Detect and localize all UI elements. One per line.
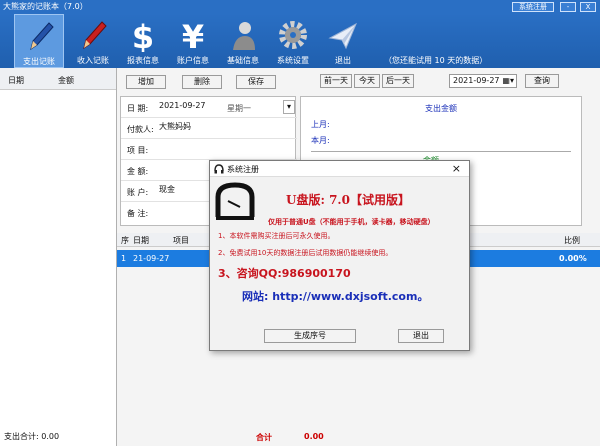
prev-day-button[interactable]: 前一天: [320, 74, 352, 88]
dialog-note-1: 1、本软件需购买注册后可永久使用。: [218, 232, 335, 240]
item-label: 项 目:: [127, 146, 149, 155]
payer-field[interactable]: 大熊妈妈: [159, 121, 191, 132]
svg-text:¥: ¥: [182, 18, 204, 52]
date-field[interactable]: 2021-09-27: [159, 101, 206, 110]
calendar-dropdown-icon[interactable]: ▦▾: [502, 75, 514, 87]
expense-list-panel: 日期 金额 支出合计: 0.00: [0, 68, 117, 446]
expense-list-header: 日期 金额: [0, 68, 116, 90]
total-value: 0.00: [304, 432, 324, 441]
row-ratio: 0.00%: [559, 254, 587, 263]
dialog-contact: 3、咨询QQ:986900170: [218, 267, 351, 280]
tool-exit-label: 退出: [335, 56, 351, 65]
tool-expense[interactable]: 支出记账: [14, 14, 64, 68]
query-date-picker[interactable]: 2021-09-27 ▦▾: [449, 74, 517, 88]
next-day-button[interactable]: 后一天: [382, 74, 414, 88]
tool-accounts[interactable]: ¥ 账户信息: [168, 14, 218, 68]
dollar-icon: $: [132, 18, 154, 52]
tool-settings-label: 系统设置: [277, 56, 309, 65]
dialog-body: U盘版: 7.0【试用版】 仅用于普通U盘（不能用于手机，读卡器，移动硬盘） 1…: [210, 177, 469, 350]
tool-income-label: 收入记账: [77, 56, 109, 65]
col-item-header: 项目: [173, 236, 189, 245]
pencil-icon: [30, 22, 54, 51]
tool-expense-label: 支出记账: [23, 57, 55, 66]
window-title: 大熊家的记账本（7.0）: [3, 2, 88, 11]
tool-settings[interactable]: 系统设置: [268, 14, 318, 68]
col-ratio-header: 比例: [564, 236, 580, 245]
date-row: 日 期: 2021-09-27 星期一 ▾: [121, 97, 297, 118]
headphone-icon: [214, 164, 224, 174]
paper-plane-icon: [328, 22, 358, 50]
col-amount-header: 金额: [58, 76, 74, 85]
table-total-row: 合计 0.00: [117, 428, 600, 446]
dialog-titlebar: 系统注册 ×: [210, 161, 469, 177]
last-month-label: 上月:: [311, 120, 330, 129]
gear-icon: [279, 21, 307, 49]
query-button[interactable]: 查询: [525, 74, 559, 88]
add-button[interactable]: 增加: [126, 75, 166, 89]
date-dropdown-icon[interactable]: ▾: [283, 100, 295, 114]
weekday-value: 星期一: [227, 104, 251, 113]
delete-button[interactable]: 删除: [182, 75, 222, 89]
tool-basic-info-label: 基础信息: [227, 56, 259, 65]
remark-label: 备 注:: [127, 209, 149, 218]
col-seq-header: 序: [121, 236, 129, 245]
close-button[interactable]: X: [580, 2, 596, 12]
save-button[interactable]: 保存: [236, 75, 276, 89]
date-label: 日 期:: [127, 104, 149, 113]
yen-icon: ¥: [182, 18, 204, 52]
dialog-note-2: 2、免费试用10天的数据注册后试用数据仍能继续使用。: [218, 249, 393, 257]
tool-accounts-label: 账户信息: [177, 56, 209, 65]
registration-dialog: 系统注册 × U盘版: 7.0【试用版】 仅用于普通U盘（不能用于手机，读卡器，…: [209, 160, 470, 351]
tool-reports[interactable]: $ 报表信息: [118, 14, 168, 68]
tool-basic-info[interactable]: 基础信息: [218, 14, 268, 68]
dialog-close-button[interactable]: ×: [452, 162, 461, 175]
app-logo-icon: [215, 182, 255, 220]
tool-reports-label: 报表信息: [127, 56, 159, 65]
row-date: 21-09-27: [133, 254, 170, 263]
dialog-website: 网站: http://www.dxjsoft.com。: [242, 290, 429, 303]
payer-label: 付款人:: [127, 125, 154, 134]
minimize-button[interactable]: -: [560, 2, 576, 12]
col-date-header-main: 日期: [133, 236, 149, 245]
user-icon: [233, 22, 255, 50]
main-toolbar: 支出记账 收入记账 $ 报表信息 ¥ 账户信息 基础信息 系统设置 退出: [0, 14, 600, 68]
generate-serial-button[interactable]: 生成序号: [264, 329, 356, 343]
this-month-label: 本月:: [311, 136, 330, 145]
window-titlebar: 大熊家的记账本（7.0）: [0, 0, 600, 14]
total-label: 合计: [256, 433, 272, 442]
amount-label: 金 额:: [127, 167, 149, 176]
summary-divider: [311, 151, 571, 152]
dialog-title: 系统注册: [227, 165, 259, 174]
account-label: 账 户:: [127, 188, 149, 197]
tool-income[interactable]: 收入记账: [68, 14, 118, 68]
system-register-button[interactable]: 系统注册: [512, 2, 554, 12]
today-button[interactable]: 今天: [354, 74, 380, 88]
svg-text:$: $: [132, 18, 154, 52]
expense-total: 支出合计: 0.00: [4, 432, 60, 441]
row-seq: 1: [121, 254, 127, 263]
summary-title: 支出金额: [425, 104, 457, 113]
dialog-exit-button[interactable]: 退出: [398, 329, 444, 343]
trial-days-note: （您还能试用 10 天的数据）: [384, 56, 488, 65]
col-date-header: 日期: [8, 76, 24, 85]
dialog-subtitle: 仅用于普通U盘（不能用于手机，读卡器，移动硬盘）: [268, 218, 435, 226]
red-pencil-icon: [83, 21, 107, 50]
dialog-headline: U盘版: 7.0【试用版】: [286, 193, 410, 207]
query-date-value: 2021-09-27: [453, 76, 500, 85]
account-field[interactable]: 现金: [159, 184, 175, 195]
tool-exit[interactable]: 退出: [318, 14, 368, 68]
payer-row: 付款人: 大熊妈妈: [121, 118, 297, 139]
item-row: 项 目:: [121, 139, 297, 160]
